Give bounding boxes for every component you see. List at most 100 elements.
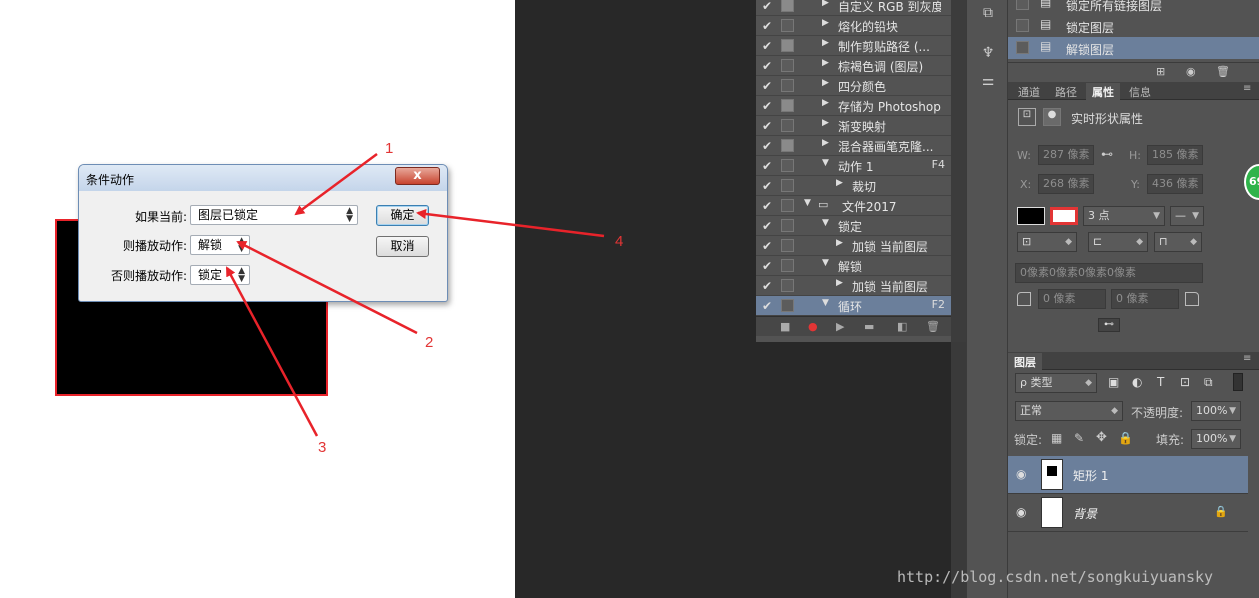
camera-icon[interactable]: ◉ [1186, 65, 1196, 78]
panel-menu-icon[interactable]: ≡ [1243, 83, 1251, 94]
collapsed-triangle-icon[interactable]: ▶ [822, 78, 829, 88]
stroke-caps-dropdown[interactable]: ⊏ ◆ [1088, 232, 1148, 252]
collapsed-triangle-icon[interactable]: ▶ [836, 278, 843, 288]
dialog-toggle-icon[interactable] [781, 299, 794, 312]
collapsed-triangle-icon[interactable]: ▶ [836, 178, 843, 188]
enabled-check-icon[interactable]: ✔ [760, 139, 774, 153]
enabled-check-icon[interactable]: ✔ [760, 279, 774, 293]
enabled-check-icon[interactable]: ✔ [760, 79, 774, 93]
dialog-toggle-icon[interactable] [781, 279, 794, 292]
y-field[interactable]: 436 像素 [1147, 174, 1203, 194]
play-icon[interactable]: ▶ [836, 320, 844, 333]
enabled-check-icon[interactable]: ✔ [760, 219, 774, 233]
filter-toggle[interactable] [1233, 373, 1243, 391]
action-row[interactable]: ✔ ▶ 混合器画笔克隆... [756, 136, 951, 156]
filter-pixel-icon[interactable]: ▣ [1108, 375, 1119, 389]
enabled-check-icon[interactable]: ✔ [760, 0, 774, 13]
corner-radius-field-b[interactable]: 0 像素 [1111, 289, 1179, 309]
opacity-field[interactable]: 100% ▼ [1191, 401, 1241, 421]
stop-icon[interactable]: ■ [780, 320, 790, 333]
width-field[interactable]: 287 像素 [1038, 145, 1094, 165]
layer-row[interactable]: ◉ 背景 🔒 [1008, 494, 1248, 532]
enabled-check-icon[interactable]: ✔ [760, 299, 774, 313]
dialog-toggle-icon[interactable] [781, 199, 794, 212]
dialog-toggle-icon[interactable] [781, 159, 794, 172]
lock-all-icon[interactable]: 🔒 [1118, 431, 1133, 445]
dialog-toggle-icon[interactable] [781, 39, 794, 52]
then-play-select[interactable]: 解锁 ▲ ▼ [190, 235, 250, 255]
collapsed-triangle-icon[interactable]: ▶ [822, 58, 829, 68]
brush-presets-icon[interactable]: ♆ [977, 42, 999, 64]
corner-radius-field-a[interactable]: 0 像素 [1038, 289, 1106, 309]
link-icon[interactable]: ⊷ [1101, 147, 1113, 161]
enabled-check-icon[interactable]: ✔ [760, 59, 774, 73]
dialog-toggle-icon[interactable] [781, 119, 794, 132]
dialog-toggle-icon[interactable] [781, 139, 794, 152]
x-field[interactable]: 268 像素 [1038, 174, 1094, 194]
collapsed-triangle-icon[interactable]: ▶ [822, 118, 829, 128]
mask-properties-icon[interactable]: ● [1043, 108, 1061, 126]
close-button[interactable]: x [395, 167, 440, 185]
new-set-folder-icon[interactable]: ▬ [864, 320, 874, 333]
collapsed-triangle-icon[interactable]: ▶ [836, 238, 843, 248]
height-field[interactable]: 185 像素 [1147, 145, 1203, 165]
tab-2[interactable]: 属性 [1086, 83, 1120, 100]
collapsed-triangle-icon[interactable]: ▶ [822, 98, 829, 108]
enabled-check-icon[interactable]: ✔ [760, 119, 774, 133]
dialog-toggle-icon[interactable] [781, 239, 794, 252]
dialog-toggle-icon[interactable] [781, 79, 794, 92]
enabled-check-icon[interactable]: ✔ [760, 179, 774, 193]
layer-filter-dropdown[interactable]: ρ 类型 ◆ [1015, 373, 1097, 393]
tab-0[interactable]: 通道 [1012, 83, 1046, 100]
filter-type-icon[interactable]: T [1157, 375, 1164, 389]
fill-field[interactable]: 100% ▼ [1191, 429, 1241, 449]
lock-paint-icon[interactable]: ✎ [1074, 431, 1084, 445]
new-item-icon[interactable]: ⊞ [1156, 65, 1165, 78]
dialog-toggle-icon[interactable] [781, 59, 794, 72]
toggle-box[interactable] [1016, 41, 1029, 54]
stroke-corners-dropdown[interactable]: ⊓ ◆ [1154, 232, 1202, 252]
action-row[interactable]: ✔ ▶ 加锁 当前图层 [756, 236, 951, 256]
collapsed-triangle-icon[interactable]: ▶ [822, 0, 829, 8]
enabled-check-icon[interactable]: ✔ [760, 19, 774, 33]
action-row[interactable]: ✔ ▶ 制作剪贴路径 (... [756, 36, 951, 56]
dialog-toggle-icon[interactable] [781, 0, 794, 12]
enabled-check-icon[interactable]: ✔ [760, 39, 774, 53]
action-row[interactable]: ✔ ▶ 自定义 RGB 到灰度 [756, 0, 951, 16]
action-row[interactable]: ✔ ▶ 渐变映射 [756, 116, 951, 136]
visibility-eye-icon[interactable]: ◉ [1016, 467, 1026, 481]
adjustments-icon[interactable]: ⚌ [977, 70, 999, 92]
fill-color-swatch[interactable] [1017, 207, 1045, 225]
stroke-color-swatch[interactable] [1050, 207, 1078, 225]
filter-smart-object-icon[interactable]: ⧉ [1204, 375, 1213, 390]
lock-position-icon[interactable]: ✥ [1096, 430, 1107, 445]
collapsed-triangle-icon[interactable]: ▶ [822, 38, 829, 48]
action-row[interactable]: ✔ ▶ 棕褐色调 (图层) [756, 56, 951, 76]
actions-scrollbar[interactable] [951, 0, 966, 342]
collapsed-triangle-icon[interactable]: ▶ [822, 138, 829, 148]
action-row[interactable]: ✔ ▼ 循环 F2 [756, 296, 951, 316]
action-row[interactable]: ✔ ▼ 解锁 [756, 256, 951, 276]
if-current-select[interactable]: 图层已锁定 ▲ ▼ [190, 205, 358, 225]
cancel-button[interactable]: 取消 [376, 236, 429, 257]
blend-mode-dropdown[interactable]: 正常 ◆ [1015, 401, 1123, 421]
filter-shape-icon[interactable]: ⊡ [1180, 375, 1190, 389]
action-row[interactable]: ✔ ▼ ▭ 文件2017 [756, 196, 951, 216]
action-step-row[interactable]: ▤ 解锁图层 [1008, 37, 1259, 59]
enabled-check-icon[interactable]: ✔ [760, 259, 774, 273]
action-step-row[interactable]: ▤ 锁定所有链接图层 [1008, 0, 1259, 15]
action-row[interactable]: ✔ ▼ 动作 1 F4 [756, 156, 951, 176]
expanded-triangle-icon[interactable]: ▼ [822, 258, 829, 268]
layer-row[interactable]: ◉ 矩形 1 [1008, 456, 1248, 494]
tab-1[interactable]: 路径 [1049, 83, 1083, 100]
dialog-toggle-icon[interactable] [781, 179, 794, 192]
enabled-check-icon[interactable]: ✔ [760, 99, 774, 113]
stroke-type-dropdown[interactable]: — ▼ [1170, 206, 1204, 226]
ok-button[interactable]: 确定 [376, 205, 429, 226]
visibility-eye-icon[interactable]: ◉ [1016, 505, 1026, 519]
action-row[interactable]: ✔ ▶ 存储为 Photoshop... [756, 96, 951, 116]
link-corners-icon[interactable]: ⊷ [1098, 318, 1120, 332]
enabled-check-icon[interactable]: ✔ [760, 239, 774, 253]
expanded-triangle-icon[interactable]: ▼ [804, 198, 811, 208]
expanded-triangle-icon[interactable]: ▼ [822, 298, 829, 308]
